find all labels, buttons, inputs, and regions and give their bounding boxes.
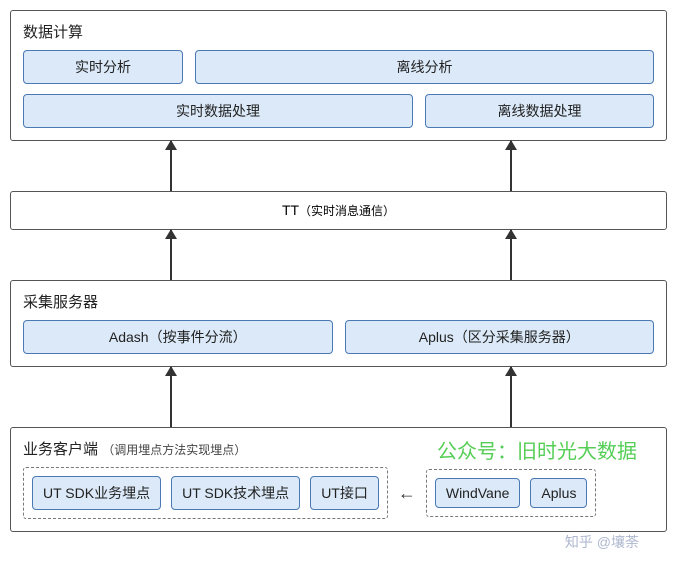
arrows-tt-collect [10, 230, 667, 280]
arrow-up-icon [510, 367, 512, 427]
node-ut-sdk-tech: UT SDK技术埋点 [171, 476, 300, 510]
layer-collect: 采集服务器 Adash（按事件分流） Aplus（区分采集服务器） [10, 280, 667, 367]
node-offline-processing: 离线数据处理 [425, 94, 654, 128]
layer-client-title: 业务客户端 （调用埋点方法实现埋点） [23, 438, 654, 459]
node-aplus-server: Aplus（区分采集服务器） [345, 320, 655, 354]
architecture-diagram: 数据计算 实时分析 离线分析 实时数据处理 离线数据处理 TT（实时消息通信） … [10, 10, 667, 532]
tt-label: TT [282, 202, 299, 218]
node-realtime-processing: 实时数据处理 [23, 94, 413, 128]
tt-sublabel: （实时消息通信） [299, 204, 395, 218]
arrows-compute-tt [10, 141, 667, 191]
node-aplus-client: Aplus [530, 478, 587, 508]
watermark-zhihu: 知乎 @壤荼 [565, 532, 639, 552]
arrow-left-icon: ← [398, 483, 416, 504]
node-ut-interface: UT接口 [310, 476, 379, 510]
node-offline-analysis: 离线分析 [195, 50, 654, 84]
node-adash: Adash（按事件分流） [23, 320, 333, 354]
layer-client: 业务客户端 （调用埋点方法实现埋点） UT SDK业务埋点 UT SDK技术埋点… [10, 427, 667, 532]
layer-client-title-sub: （调用埋点方法实现埋点） [102, 443, 246, 457]
arrows-collect-client [10, 367, 667, 427]
node-windvane: WindVane [435, 478, 521, 508]
arrow-up-icon [170, 230, 172, 280]
layer-compute: 数据计算 实时分析 离线分析 实时数据处理 离线数据处理 [10, 10, 667, 141]
node-realtime-analysis: 实时分析 [23, 50, 183, 84]
arrow-up-icon [170, 367, 172, 427]
layer-client-title-main: 业务客户端 [23, 441, 98, 458]
layer-collect-title: 采集服务器 [23, 291, 654, 312]
arrow-up-icon [510, 230, 512, 280]
group-windvane: WindVane Aplus [426, 469, 597, 517]
layer-tt: TT（实时消息通信） [10, 191, 667, 230]
arrow-up-icon [170, 141, 172, 191]
arrow-up-icon [510, 141, 512, 191]
layer-compute-title: 数据计算 [23, 21, 654, 42]
node-ut-sdk-business: UT SDK业务埋点 [32, 476, 161, 510]
group-ut-sdk: UT SDK业务埋点 UT SDK技术埋点 UT接口 [23, 467, 388, 519]
